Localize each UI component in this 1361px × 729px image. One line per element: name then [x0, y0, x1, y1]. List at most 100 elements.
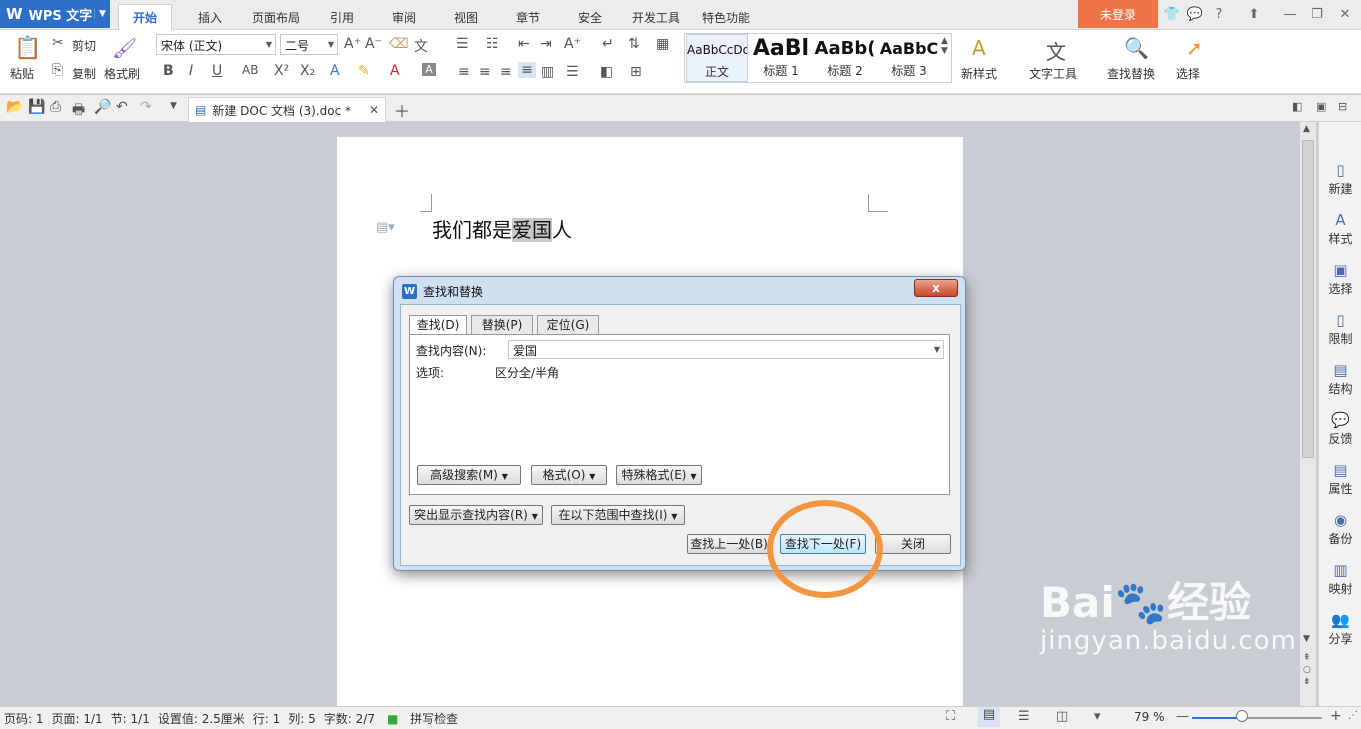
advanced-search-button[interactable]: 高级搜索(M) ▼	[417, 465, 521, 485]
outdent-icon[interactable]: ⇤	[518, 36, 530, 52]
borders-icon[interactable]: ⊞	[630, 64, 642, 80]
grow-font-icon[interactable]: A⁺	[344, 36, 361, 52]
indent-icon[interactable]: ⇥	[540, 36, 552, 52]
style-heading-2[interactable]: AaBb( 标题 2	[814, 34, 876, 82]
shading-icon[interactable]: ◧	[600, 64, 613, 80]
tab-view[interactable]: 视图	[440, 4, 492, 30]
dialog-close-button[interactable]: x	[914, 279, 958, 297]
copy-icon[interactable]: ⎘	[52, 62, 63, 78]
chinese-layout-icon[interactable]: A⁺	[564, 36, 581, 52]
scissors-icon[interactable]: ✂	[52, 35, 64, 51]
save-icon[interactable]: 💾	[28, 99, 45, 115]
font-name-select[interactable]: 宋体 (正文) ▼	[156, 34, 276, 55]
show-marks-icon[interactable]: ↵	[602, 36, 614, 52]
tab-references[interactable]: 引用	[316, 4, 368, 30]
dialog-titlebar[interactable]: W 查找和替换	[402, 283, 483, 300]
tabbar-tool-icon[interactable]: ▣	[1316, 100, 1326, 113]
zoom-level[interactable]: 79 %	[1134, 710, 1165, 724]
strikethrough-icon[interactable]: AB	[242, 63, 258, 77]
bullets-icon[interactable]: ☰	[456, 36, 469, 52]
scroll-up-icon[interactable]: ▲	[1303, 124, 1310, 134]
quick-access-dropdown-icon[interactable]: ▼	[170, 101, 177, 111]
spell-check-button[interactable]: ■ 拼写检查	[383, 710, 462, 727]
sidebar-item-structure[interactable]: ▤ 结构	[1319, 360, 1361, 397]
align-right-icon[interactable]: ≡	[500, 64, 512, 80]
underline-icon[interactable]: U	[212, 63, 222, 79]
clear-format-icon[interactable]: ⌫	[389, 36, 409, 52]
print-icon[interactable]: 🖶	[72, 99, 85, 123]
resize-grip-icon[interactable]: ⋰	[1348, 710, 1358, 721]
sidebar-item-new[interactable]: ▯ 新建	[1319, 160, 1361, 197]
tab-start[interactable]: 开始	[118, 4, 173, 30]
align-center-icon[interactable]: ≡	[479, 64, 491, 80]
preview-icon[interactable]: 🔎	[94, 99, 111, 115]
copy-button[interactable]: 复制	[72, 65, 96, 82]
find-in-button[interactable]: 在以下范围中查找(I) ▼	[551, 505, 685, 525]
protect-view-icon[interactable]: ▾	[1094, 709, 1101, 724]
sidebar-item-backup[interactable]: ◉ 备份	[1319, 510, 1361, 547]
tab-chapter[interactable]: 章节	[502, 4, 554, 30]
document-text[interactable]: 我们都是爱国人	[432, 214, 572, 243]
close-tab-icon[interactable]: ✕	[369, 103, 379, 117]
cut-button[interactable]: 剪切	[72, 37, 96, 54]
minimize-icon[interactable]: —	[1281, 6, 1299, 24]
sort-icon[interactable]: ⇅	[628, 36, 640, 52]
new-tab-icon[interactable]: ＋	[394, 98, 410, 122]
sidebar-item-share[interactable]: 👥 分享	[1319, 610, 1361, 647]
undo-icon[interactable]: ↶	[116, 99, 128, 115]
close-icon[interactable]: ✕	[1336, 6, 1354, 24]
select-arrow-icon[interactable]: ➚	[1186, 36, 1203, 60]
sidebar-item-feedback[interactable]: 💬 反馈	[1319, 410, 1361, 447]
restore-icon[interactable]: ⬆	[1245, 6, 1263, 24]
tab-replace[interactable]: 替换(P)	[471, 315, 533, 334]
paragraph-handle-icon[interactable]: ▤▾	[376, 220, 395, 235]
pdf-icon[interactable]: ⎙	[50, 99, 61, 115]
text-effect-icon[interactable]: A	[330, 63, 340, 79]
redo-icon[interactable]: ↷	[140, 99, 152, 115]
find-previous-button[interactable]: 查找上一处(B)	[687, 534, 771, 554]
zoom-in-icon[interactable]: +	[1330, 708, 1342, 724]
maximize-icon[interactable]: ❐	[1308, 6, 1326, 24]
style-heading-1[interactable]: AaBl 标题 1	[750, 34, 812, 82]
chat-icon[interactable]: 💬	[1186, 6, 1204, 24]
highlight-all-button[interactable]: 突出显示查找内容(R) ▼	[409, 505, 543, 525]
page-view-icon[interactable]: ▤	[978, 707, 1000, 727]
tabbar-tool-icon[interactable]: ◧	[1292, 100, 1302, 113]
close-button[interactable]: 关闭	[875, 534, 951, 554]
font-size-select[interactable]: 二号 ▼	[280, 34, 338, 55]
line-spacing-icon[interactable]: ☰	[566, 64, 579, 80]
shrink-font-icon[interactable]: A⁻	[365, 36, 382, 52]
page-nav-icons[interactable]: ⇞ ○ ⇟	[1303, 652, 1311, 688]
chevron-down-icon[interactable]: ▼	[94, 9, 110, 19]
open-icon[interactable]: 📂	[6, 99, 23, 115]
wps-menu-button[interactable]: W WPS 文字 ▼	[0, 0, 110, 28]
tab-special[interactable]: 特色功能	[688, 4, 764, 30]
sidebar-item-select[interactable]: ▣ 选择	[1319, 260, 1361, 297]
help-icon[interactable]: ?	[1210, 6, 1228, 24]
subscript-icon[interactable]: X₂	[300, 63, 315, 79]
tab-developer[interactable]: 开发工具	[618, 4, 694, 30]
special-format-button[interactable]: 特殊格式(E) ▼	[616, 465, 702, 485]
tab-insert[interactable]: 插入	[184, 4, 236, 30]
find-replace-button[interactable]: 查找替换	[1107, 65, 1155, 82]
paste-button[interactable]: 粘贴	[10, 65, 34, 82]
select-button[interactable]: 选择	[1176, 65, 1200, 82]
tab-find[interactable]: 查找(D)	[409, 315, 467, 335]
scrollbar-thumb[interactable]	[1302, 140, 1314, 458]
italic-icon[interactable]: I	[189, 63, 193, 79]
sidebar-item-properties[interactable]: ▤ 属性	[1319, 460, 1361, 497]
brush-icon[interactable]: 🖌	[112, 36, 137, 60]
tab-page-layout[interactable]: 页面布局	[238, 4, 314, 30]
char-shading-icon[interactable]: A	[422, 63, 436, 76]
tab-review[interactable]: 审阅	[378, 4, 430, 30]
numbering-icon[interactable]: ☷	[486, 36, 499, 52]
text-tools-button[interactable]: 文字工具	[1029, 65, 1077, 82]
sidebar-item-map[interactable]: ▥ 映射	[1319, 560, 1361, 597]
sidebar-item-restrict[interactable]: ▯ 限制	[1319, 310, 1361, 347]
login-button[interactable]: 未登录	[1078, 0, 1158, 28]
justify-icon[interactable]: ≡	[518, 62, 536, 78]
status-words[interactable]: 字数: 2/7	[324, 710, 375, 727]
scroll-down-icon[interactable]: ▼	[1303, 634, 1310, 644]
shirt-icon[interactable]: 👕	[1163, 6, 1181, 24]
find-replace-icon[interactable]: 🔍	[1124, 36, 1149, 60]
